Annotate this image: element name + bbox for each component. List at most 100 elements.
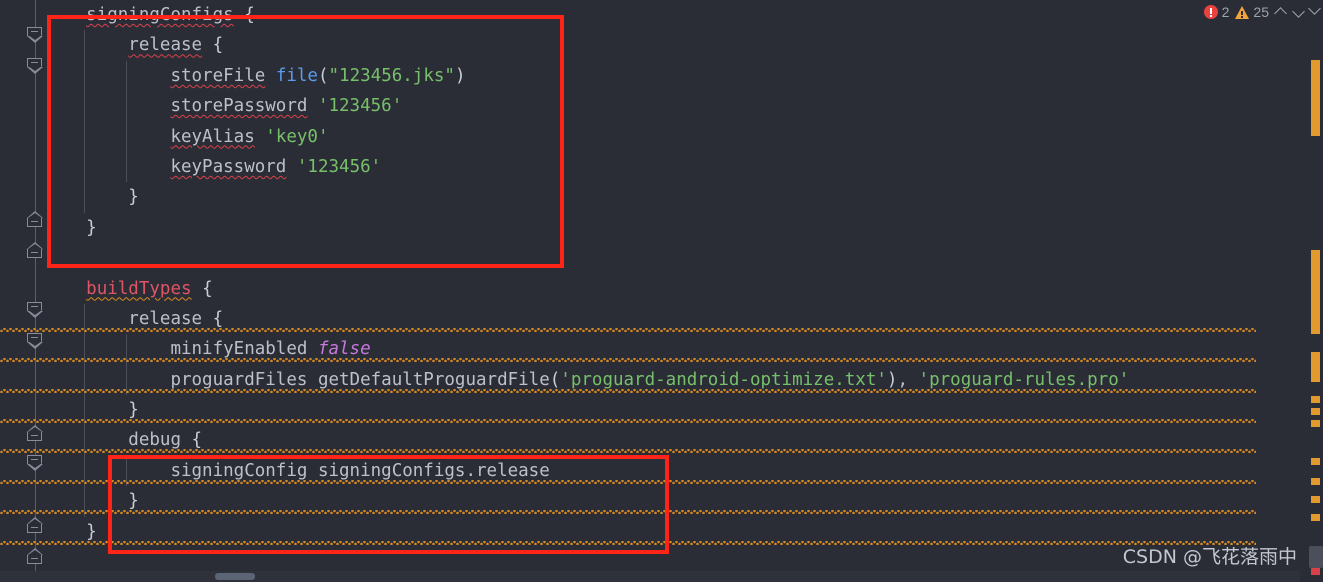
- code-line[interactable]: }: [44, 213, 1300, 243]
- indent-guide: [84, 91, 86, 122]
- code-fold-down-icon[interactable]: [27, 58, 44, 75]
- code-line[interactable]: debug {: [0, 425, 1300, 456]
- code-line[interactable]: }: [0, 517, 1300, 547]
- code-line[interactable]: }: [0, 395, 1300, 426]
- error-stripe-mark[interactable]: [1311, 352, 1320, 382]
- code-token: getDefaultProguardFile: [317, 369, 550, 390]
- error-stripe-mark[interactable]: [1311, 496, 1320, 503]
- code-line[interactable]: [44, 243, 1300, 273]
- warning-status-group[interactable]: 25: [1235, 4, 1269, 20]
- code-token: debug: [128, 430, 181, 451]
- code-line[interactable]: }: [0, 486, 1300, 517]
- indent-guide: [84, 121, 86, 152]
- code-line[interactable]: signingConfigs {: [44, 0, 1300, 30]
- code-line[interactable]: release {: [44, 30, 1300, 61]
- code-token: 'key0': [265, 126, 329, 147]
- error-count: 2: [1221, 4, 1230, 20]
- code-line[interactable]: keyPassword '123456': [44, 151, 1300, 183]
- chevron-down-icon[interactable]: [1310, 2, 1321, 13]
- indent-guide: [84, 455, 86, 487]
- error-stripe-mark[interactable]: [1311, 458, 1320, 465]
- editor-gutter[interactable]: [0, 0, 44, 582]
- error-stripe-mark[interactable]: [1311, 396, 1320, 403]
- code-token: }: [86, 217, 97, 238]
- code-token: keyAlias: [170, 126, 255, 147]
- code-fold-down-icon[interactable]: [27, 333, 44, 350]
- code-token: {: [212, 35, 224, 56]
- code-token: {: [212, 308, 224, 329]
- horizontal-scrollbar[interactable]: [0, 571, 1300, 582]
- code-line[interactable]: minifyEnabled false: [0, 334, 1300, 365]
- code-line[interactable]: buildTypes {: [44, 274, 1300, 304]
- indent-guide: [84, 364, 86, 396]
- code-token: release: [128, 308, 203, 329]
- indent-guide: [84, 425, 86, 456]
- error-stripe-scrollbar[interactable]: [1309, 0, 1323, 582]
- warning-squiggle: [0, 419, 1256, 424]
- indent-guide: [126, 364, 128, 396]
- vertical-scrollbar-thumb[interactable]: [1309, 546, 1323, 568]
- indent-guide: [126, 60, 128, 92]
- code-token: 'proguard-rules.pro': [918, 369, 1130, 390]
- code-token: }: [128, 491, 139, 512]
- code-line[interactable]: release {: [0, 303, 1300, 335]
- code-token: }: [128, 400, 139, 421]
- code-token: '123456': [296, 156, 382, 177]
- indent-guide: [84, 151, 86, 183]
- code-fold-up-icon[interactable]: [27, 516, 44, 533]
- code-fold-down-icon[interactable]: [27, 455, 44, 472]
- indent-guide: [84, 182, 86, 213]
- error-stripe-mark[interactable]: [1311, 420, 1320, 427]
- chevron-down-icon[interactable]: [1293, 6, 1305, 18]
- code-line[interactable]: proguardFiles getDefaultProguardFile('pr…: [0, 364, 1300, 396]
- code-fold-up-icon[interactable]: [27, 241, 44, 258]
- code-fold-up-icon[interactable]: [27, 210, 44, 227]
- code-token: }: [86, 521, 97, 542]
- indent-guide: [126, 151, 128, 183]
- error-stripe-mark[interactable]: [1311, 514, 1320, 521]
- error-status-group[interactable]: 2: [1203, 4, 1230, 20]
- code-fold-down-icon[interactable]: [27, 302, 44, 319]
- warning-squiggle: [0, 540, 1256, 545]
- code-line[interactable]: storePassword '123456': [44, 91, 1300, 122]
- code-line[interactable]: signingConfig signingConfigs.release: [0, 455, 1300, 487]
- error-stripe-mark[interactable]: [1311, 568, 1320, 575]
- code-token: signingConfigs: [86, 5, 234, 25]
- indent-guide: [84, 303, 86, 335]
- code-token: buildTypes: [86, 278, 192, 299]
- inspection-status-widget[interactable]: 2 25: [1203, 0, 1305, 24]
- error-stripe-mark[interactable]: [1311, 408, 1320, 415]
- error-stripe-mark[interactable]: [1311, 478, 1320, 485]
- chevron-up-icon[interactable]: [1275, 6, 1287, 18]
- code-line[interactable]: storeFile file("123456.jks"): [44, 60, 1300, 92]
- warning-count: 25: [1253, 4, 1269, 20]
- error-stripe-mark[interactable]: [1311, 250, 1320, 334]
- code-line[interactable]: }: [44, 182, 1300, 213]
- code-fold-up-icon[interactable]: [27, 547, 44, 564]
- code-fold-up-icon[interactable]: [27, 424, 44, 441]
- code-token: "123456.jks": [328, 65, 455, 86]
- error-stripe-mark[interactable]: [1311, 60, 1320, 136]
- horizontal-scrollbar-thumb[interactable]: [215, 573, 255, 580]
- code-token: }: [128, 187, 139, 208]
- code-line[interactable]: keyAlias 'key0': [44, 121, 1300, 152]
- code-token: '123456': [317, 96, 403, 117]
- code-token: minifyEnabled: [170, 339, 308, 360]
- code-editor-content[interactable]: signingConfigs { release { storeFile fil…: [0, 0, 1300, 582]
- code-fold-down-icon[interactable]: [27, 27, 44, 44]
